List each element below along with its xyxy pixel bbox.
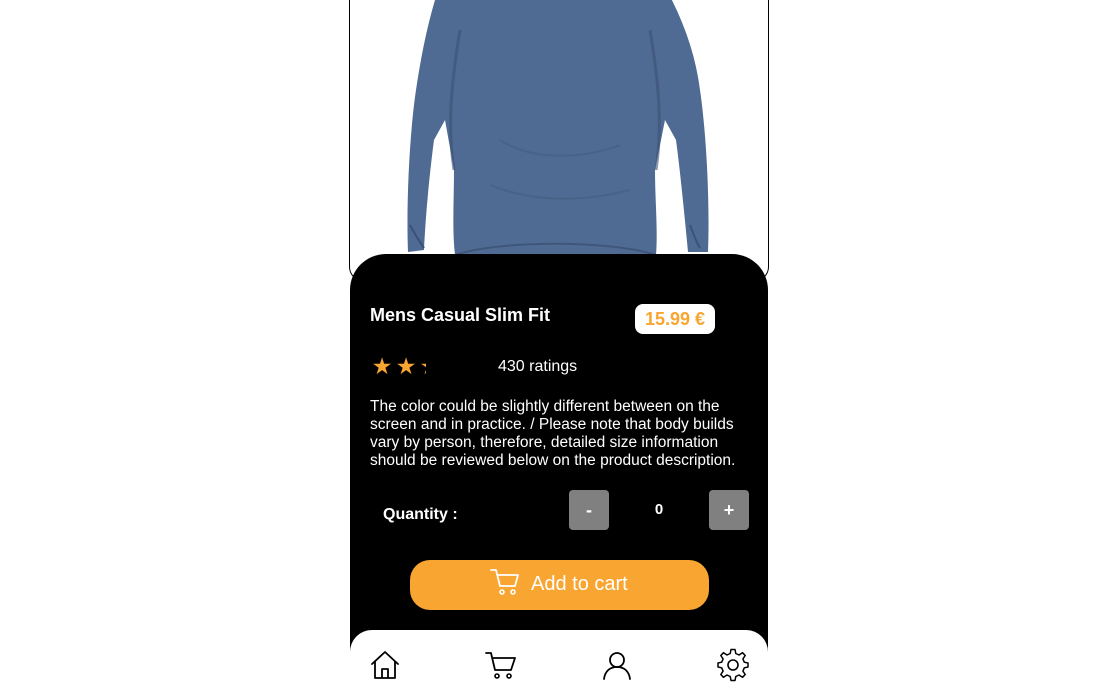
star-icon: ★: [418, 354, 426, 378]
product-title: Mens Casual Slim Fit: [370, 305, 551, 325]
user-icon: [603, 652, 631, 680]
star-icon: ★: [395, 354, 417, 378]
quantity-label: Quantity :: [383, 506, 458, 523]
ratings-count: 430 ratings: [498, 358, 578, 375]
nav-cart-button[interactable]: [484, 648, 518, 682]
cart-icon: [490, 569, 519, 595]
quantity-decrement-button[interactable]: -: [569, 490, 609, 530]
nav-settings-button[interactable]: [716, 648, 750, 682]
nav-profile-button[interactable]: [600, 648, 634, 682]
add-to-cart-button[interactable]: Add to cart: [410, 560, 709, 610]
product-image-frame: [349, 0, 769, 281]
quantity-value: 0: [654, 501, 664, 518]
product-detail-screen: Mens Casual Slim Fit 15.99 € ★★★★★ 430 r…: [349, 0, 769, 700]
rating-stars: ★★★★★: [370, 354, 426, 378]
add-to-cart-label: Add to cart: [531, 573, 628, 595]
price-badge: 15.99 €: [635, 304, 715, 334]
product-image: [407, 0, 709, 256]
quantity-increment-button[interactable]: +: [709, 490, 749, 530]
gear-icon: [717, 648, 749, 682]
product-description: The color could be slightly different be…: [370, 398, 736, 469]
cart-icon: [485, 652, 516, 679]
star-icon: ★: [371, 354, 393, 378]
bottom-nav: [350, 630, 768, 700]
home-icon: [371, 651, 399, 679]
nav-home-button[interactable]: [368, 648, 402, 682]
